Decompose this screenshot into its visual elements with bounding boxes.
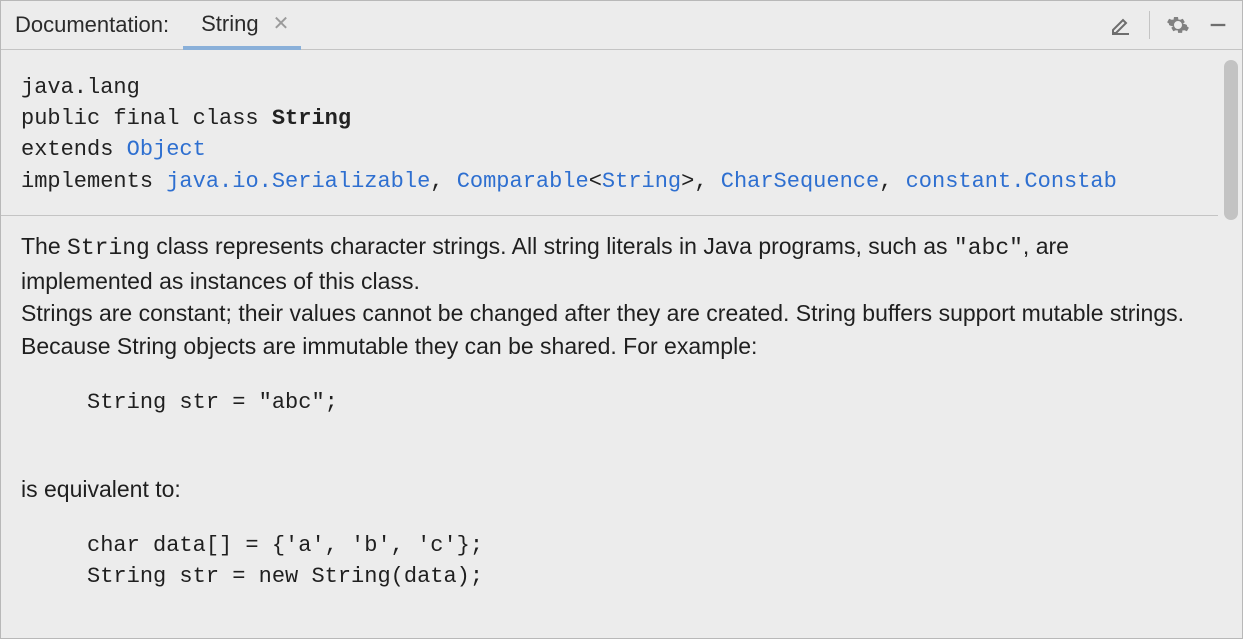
link-charsequence[interactable]: CharSequence	[721, 169, 879, 194]
paragraph-2: Strings are constant; their values canno…	[21, 297, 1198, 362]
documentation-panel: Documentation: String ✕	[0, 0, 1243, 639]
edit-icon[interactable]	[1103, 7, 1139, 43]
header-actions	[1103, 1, 1242, 49]
class-decl-line: public final class String	[21, 103, 1198, 134]
minimize-icon[interactable]	[1200, 7, 1236, 43]
tab-label: String	[201, 11, 258, 37]
paragraph-1: The String class represents character st…	[21, 230, 1198, 297]
content-wrap: java.lang public final class String exte…	[1, 50, 1242, 638]
extends-line: extends Object	[21, 134, 1198, 165]
panel-title: Documentation:	[1, 1, 183, 49]
tab-string[interactable]: String ✕	[183, 1, 301, 50]
paragraph-3: is equivalent to:	[21, 473, 1198, 506]
doc-content[interactable]: java.lang public final class String exte…	[1, 50, 1218, 638]
link-string-generic[interactable]: String	[602, 169, 681, 194]
package-line: java.lang	[21, 72, 1198, 103]
close-icon[interactable]: ✕	[273, 14, 290, 34]
gear-icon[interactable]	[1160, 7, 1196, 43]
code-example-1: String str = "abc";	[21, 387, 1198, 449]
implements-line: implements java.io.Serializable, Compara…	[21, 166, 1198, 197]
signature-block: java.lang public final class String exte…	[1, 50, 1218, 216]
link-object[interactable]: Object	[127, 137, 206, 162]
divider	[1149, 11, 1150, 39]
link-serializable[interactable]: java.io.Serializable	[166, 169, 430, 194]
doc-body: The String class represents character st…	[1, 216, 1218, 638]
link-constable[interactable]: constant.Constab	[906, 169, 1117, 194]
panel-header: Documentation: String ✕	[1, 1, 1242, 50]
code-example-2: char data[] = {'a', 'b', 'c'}; String st…	[21, 530, 1198, 624]
scrollbar[interactable]	[1224, 60, 1238, 280]
class-name: String	[272, 106, 351, 131]
link-comparable[interactable]: Comparable	[457, 169, 589, 194]
header-spacer	[301, 1, 1103, 49]
scrollbar-thumb[interactable]	[1224, 60, 1238, 220]
